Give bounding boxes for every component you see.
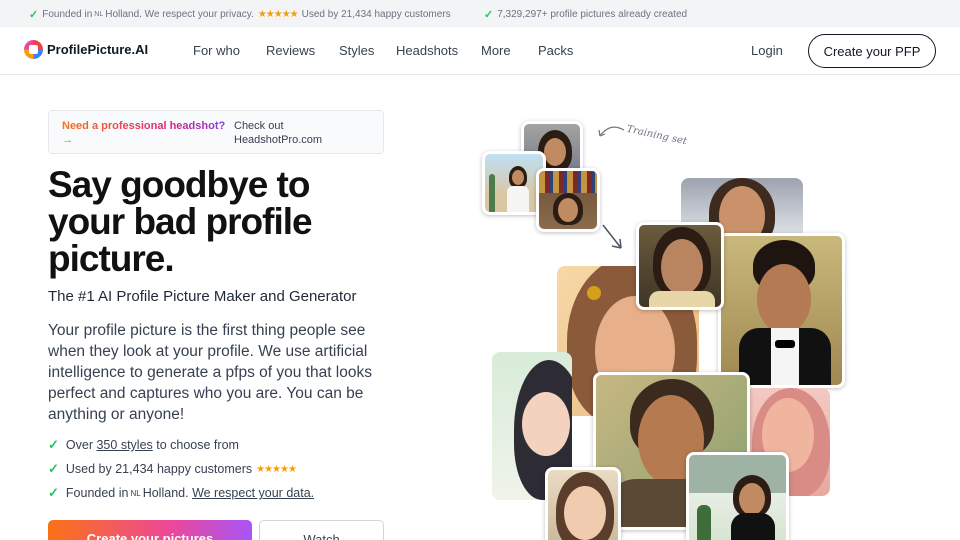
logo-text: ProfilePicture.AI (47, 42, 149, 57)
nav-link-styles[interactable]: Styles (339, 43, 374, 58)
generated-photo-tuxedo (718, 233, 845, 388)
training-photo-3 (536, 168, 600, 232)
privacy-link[interactable]: We respect your data. (192, 486, 314, 500)
create-pfp-button[interactable]: Create your PFP (808, 34, 936, 68)
check-icon: ✓ (48, 485, 59, 500)
styles-link[interactable]: 350 styles (96, 438, 152, 452)
trust-text: 7,329,297+ profile pictures already crea… (497, 9, 688, 20)
star-rating-icon: ★★★★★ (256, 463, 297, 475)
navbar: ProfilePicture.AI For who Reviews Styles… (0, 27, 960, 75)
nl-flag-icon: NL (130, 488, 141, 498)
create-pictures-button[interactable]: Create your pictures (48, 520, 252, 540)
nav-link-for-who[interactable]: For who (193, 43, 240, 58)
hero-subtitle: The #1 AI Profile Picture Maker and Gene… (48, 288, 357, 305)
feature-text: Over (65, 438, 93, 452)
promo-link[interactable]: Check out HeadshotPro.com (234, 119, 374, 147)
hero-title: Say goodbye to your bad profile picture. (48, 164, 313, 279)
promo-headline: Need a professional headshot? → (62, 119, 232, 147)
check-icon: ✓ (484, 9, 494, 21)
feature-text: Holland. (142, 486, 189, 500)
login-link[interactable]: Login (751, 43, 783, 58)
generated-photo-anime-small (545, 467, 621, 540)
logo[interactable]: ProfilePicture.AI (24, 40, 148, 59)
hero-description: Your profile picture is the first thing … (48, 322, 372, 423)
logo-icon (24, 40, 43, 59)
curved-arrow-icon (598, 126, 625, 137)
nav-link-reviews[interactable]: Reviews (266, 43, 315, 58)
trust-item-count: ✓ 7,329,297+ profile pictures already cr… (484, 8, 687, 21)
nav-link-headshots[interactable]: Headshots (396, 43, 458, 58)
generated-photo-warrior (636, 222, 724, 310)
feature-text: to choose from (156, 438, 239, 452)
nav-link-packs[interactable]: Packs (538, 43, 573, 58)
trust-text: Founded in (42, 9, 93, 20)
check-icon: ✓ (48, 437, 59, 452)
generated-photo-cafe (686, 452, 789, 540)
nl-flag-icon: NL (94, 11, 104, 18)
down-arrow-icon (602, 224, 622, 249)
headshot-promo-banner[interactable]: Need a professional headshot? → Check ou… (48, 110, 384, 154)
feature-customers: ✓ Used by 21,434 happy customers ★★★★★ (48, 461, 300, 477)
trust-item-founded: ✓ Founded in NL Holland. We respect your… (29, 8, 451, 21)
feature-text: Used by 21,434 happy customers (65, 462, 253, 476)
training-set-annotation: Training set (625, 123, 688, 148)
top-trust-bar: ✓ Founded in NL Holland. We respect your… (0, 0, 960, 27)
check-icon: ✓ (48, 461, 59, 476)
star-rating-icon: ★★★★★ (257, 9, 299, 20)
trust-text: Holland. We respect your privacy. (105, 9, 254, 20)
check-icon: ✓ (29, 9, 39, 21)
feature-founded: ✓ Founded in NL Holland. We respect your… (48, 485, 314, 501)
feature-styles: ✓ Over 350 styles to choose from (48, 437, 239, 453)
nav-link-more[interactable]: More (481, 43, 511, 58)
feature-text: Founded in (65, 486, 129, 500)
watch-button[interactable]: Watch (259, 520, 384, 540)
trust-text: Used by 21,434 happy customers (301, 9, 451, 20)
